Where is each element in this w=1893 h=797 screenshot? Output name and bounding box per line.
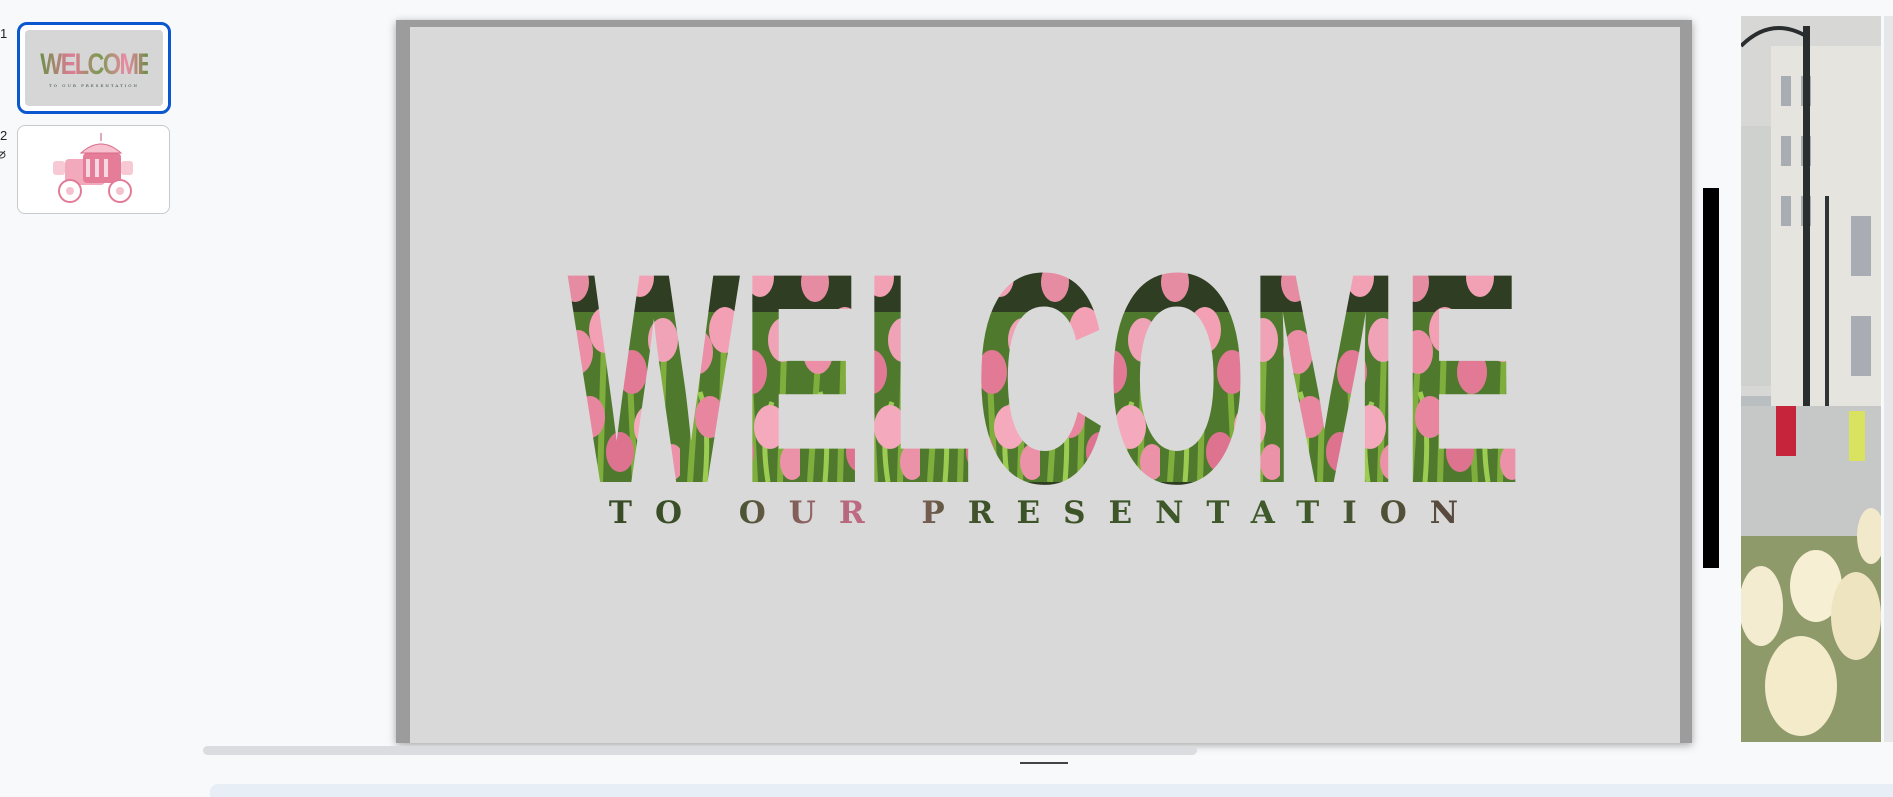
thumbnail-subtitle: TO OUR PRESENTATION — [48, 83, 140, 88]
carriage-illustration — [53, 133, 133, 203]
slide-thumbnail-1[interactable]: WELCOME TO OUR PRESENTATION — [17, 22, 171, 114]
notes-resize-handle[interactable] — [1020, 762, 1068, 764]
slide-number: 2 — [0, 128, 8, 143]
slide-subtitle[interactable]: TO OUR PRESENTATION — [410, 495, 1680, 531]
thumbnail-preview: WELCOME TO OUR PRESENTATION — [25, 30, 163, 106]
svg-text:WELCOME: WELCOME — [568, 242, 1523, 502]
slide-thumbnail-2[interactable] — [17, 125, 170, 214]
thumbnail-title: WELCOME — [40, 48, 153, 81]
next-slide-preview — [1741, 16, 1881, 742]
eye-off-icon — [0, 150, 6, 159]
slide-filmstrip: 1 WELCOME TO OUR PRESENTATION 2 — [0, 0, 180, 797]
vertical-scrollbar-thumb[interactable] — [1703, 188, 1719, 568]
street-photo — [1741, 16, 1881, 742]
side-panel-rail — [1884, 16, 1893, 742]
horizontal-scrollbar[interactable] — [203, 746, 1197, 755]
speaker-notes-panel[interactable] — [210, 784, 1893, 797]
current-slide[interactable]: WELCOME TO OUR PRESENTATION — [410, 27, 1680, 743]
thumbnail-preview — [23, 131, 164, 208]
welcome-title[interactable]: WELCOME — [560, 242, 1530, 502]
slide-number: 1 — [0, 26, 8, 41]
